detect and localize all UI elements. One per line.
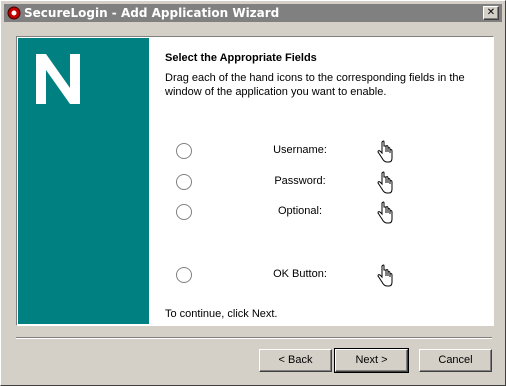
- optional-radio[interactable]: [176, 204, 192, 220]
- window-title: SecureLogin - Add Application Wizard: [24, 6, 280, 20]
- field-row-ok-button: OK Button:: [17, 264, 493, 288]
- field-row-username: Username:: [17, 140, 493, 164]
- page-heading: Select the Appropriate Fields: [165, 52, 317, 64]
- password-hand-icon[interactable]: [376, 171, 394, 195]
- close-button[interactable]: ✕: [483, 6, 499, 20]
- next-button[interactable]: Next >: [334, 348, 409, 373]
- field-row-password: Password:: [17, 171, 493, 195]
- ok-button-hand-icon[interactable]: [376, 264, 394, 288]
- continue-hint: To continue, click Next.: [165, 308, 278, 320]
- username-hand-icon[interactable]: [376, 140, 394, 164]
- page-description: Drag each of the hand icons to the corre…: [165, 72, 465, 98]
- title-bar[interactable]: SecureLogin - Add Application Wizard ✕: [4, 4, 502, 22]
- cancel-button[interactable]: Cancel: [419, 349, 492, 372]
- novell-n-logo-icon: [36, 54, 80, 104]
- back-button[interactable]: < Back: [259, 349, 332, 372]
- password-radio[interactable]: [176, 174, 192, 190]
- ok-button-radio[interactable]: [176, 267, 192, 283]
- wizard-content-panel: Select the Appropriate Fields Drag each …: [16, 36, 494, 326]
- securelogin-app-icon: [7, 6, 21, 20]
- username-label: Username:: [273, 144, 327, 156]
- wizard-window: SecureLogin - Add Application Wizard ✕ S…: [0, 0, 506, 386]
- field-row-optional: Optional:: [17, 201, 493, 225]
- optional-label: Optional:: [277, 205, 323, 217]
- password-label: Password:: [274, 175, 326, 187]
- ok-button-label: OK Button:: [273, 268, 327, 280]
- footer-divider: [16, 337, 492, 339]
- optional-hand-icon[interactable]: [376, 201, 394, 225]
- username-radio[interactable]: [176, 143, 192, 159]
